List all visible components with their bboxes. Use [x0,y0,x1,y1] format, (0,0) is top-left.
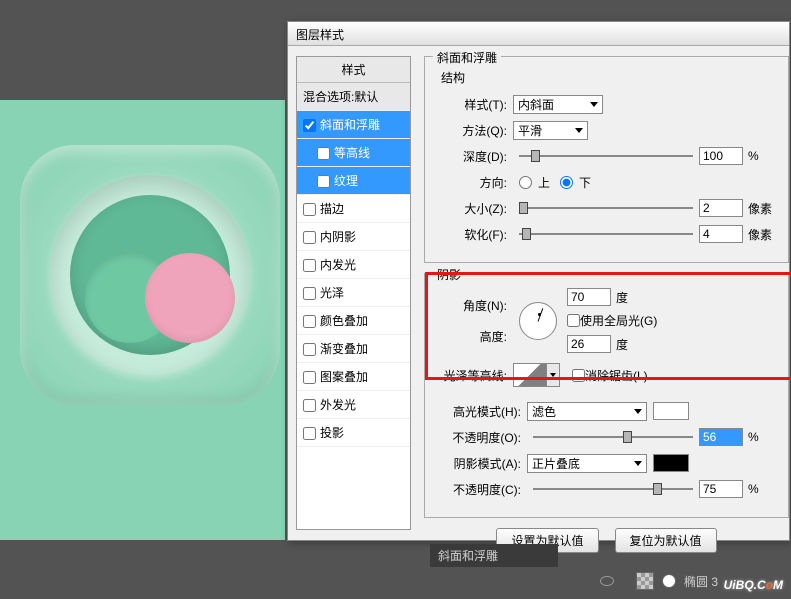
style-list: 样式 混合选项:默认 斜面和浮雕 等高线 纹理 描边 内阴影 内发光 光泽 颜色… [296,56,411,530]
depth-slider[interactable] [519,147,693,165]
style-list-header: 样式 [297,57,410,83]
global-light-label: 使用全局光(G) [580,312,657,329]
highlight-mode-label: 高光模式(H): [435,403,521,420]
stroke-checkbox[interactable] [303,203,316,216]
bevel-group-title: 斜面和浮雕 [433,49,501,66]
style-blend-options[interactable]: 混合选项:默认 [297,83,410,111]
style-inner-shadow[interactable]: 内阴影 [297,223,410,251]
style-bevel[interactable]: 斜面和浮雕 [297,111,410,139]
dialog-title: 图层样式 [296,28,344,42]
contour-checkbox[interactable] [317,147,330,160]
highlight-opacity-label: 不透明度(O): [435,429,521,446]
soften-unit: 像素 [748,226,778,243]
style-contour[interactable]: 等高线 [297,139,410,167]
altitude-label: 高度: [435,328,507,345]
style-inner-glow[interactable]: 内发光 [297,251,410,279]
layer-style-dialog: 图层样式 样式 混合选项:默认 斜面和浮雕 等高线 纹理 描边 内阴影 内发光 … [287,21,790,541]
layer-name[interactable]: 椭圆 3 [684,573,718,590]
chevron-down-icon [590,102,598,107]
content-panel: 斜面和浮雕 结构 样式(T): 内斜面 方法(Q): 平滑 深度(D): % [419,46,789,540]
color-overlay-checkbox[interactable] [303,315,316,328]
texture-checkbox[interactable] [317,175,330,188]
angle-dial[interactable] [519,302,557,340]
layer-thumbnail[interactable] [636,572,654,590]
altitude-input[interactable] [567,335,611,353]
highlight-mode-select[interactable]: 滤色 [527,402,647,421]
style-color-overlay[interactable]: 颜色叠加 [297,307,410,335]
shadow-mode-select[interactable]: 正片叠底 [527,454,647,473]
angle-unit: 度 [616,289,646,306]
soften-slider[interactable] [519,225,693,243]
reset-default-button[interactable]: 复位为默认值 [615,528,717,553]
highlight-opacity-input[interactable] [699,428,743,446]
style-gradient-overlay[interactable]: 渐变叠加 [297,335,410,363]
dialog-titlebar[interactable]: 图层样式 [288,22,789,46]
size-label: 大小(Z): [435,200,507,217]
antialias-checkbox[interactable] [572,369,585,382]
highlight-color-swatch[interactable] [653,402,689,420]
direction-up-radio[interactable] [519,176,532,189]
method-select[interactable]: 平滑 [513,121,588,140]
size-unit: 像素 [748,200,778,217]
direction-label: 方向: [435,174,507,191]
chevron-down-icon [634,409,642,414]
structure-group: 斜面和浮雕 结构 样式(T): 内斜面 方法(Q): 平滑 深度(D): % [424,56,789,263]
shading-title: 阴影 [433,266,465,283]
structure-title: 结构 [441,69,778,86]
highlight-opacity-unit: % [748,430,778,444]
chevron-down-icon [575,128,583,133]
depth-input[interactable] [699,147,743,165]
soften-input[interactable] [699,225,743,243]
depth-label: 深度(D): [435,148,507,165]
shadow-mode-label: 阴影模式(A): [435,455,521,472]
size-slider[interactable] [519,199,693,217]
shadow-opacity-unit: % [748,482,778,496]
angle-input[interactable] [567,288,611,306]
style-select[interactable]: 内斜面 [513,95,603,114]
icon-preview [20,145,280,405]
chevron-down-icon [634,461,642,466]
shadow-opacity-label: 不透明度(C): [435,481,521,498]
antialias-label: 消除锯齿(L) [585,367,648,384]
outer-glow-checkbox[interactable] [303,399,316,412]
shadow-opacity-slider[interactable] [533,480,693,498]
layer-effect-tab[interactable]: 斜面和浮雕 [430,544,558,567]
direction-down-radio[interactable] [560,176,573,189]
shadow-color-swatch[interactable] [653,454,689,472]
pattern-overlay-checkbox[interactable] [303,371,316,384]
layers-panel-fragment: 斜面和浮雕 [430,544,558,567]
depth-unit: % [748,149,778,163]
angle-label: 角度(N): [435,297,507,314]
inner-shadow-checkbox[interactable] [303,231,316,244]
eye-icon[interactable] [600,576,614,586]
gloss-contour-label: 光泽等高线: [435,367,507,384]
circle-pink [145,253,235,343]
highlight-opacity-slider[interactable] [533,428,693,446]
bevel-checkbox[interactable] [303,119,316,132]
watermark: UiBQ.CoM [724,569,783,595]
layer-mask-thumbnail[interactable] [662,574,676,588]
style-drop-shadow[interactable]: 投影 [297,419,410,447]
style-stroke[interactable]: 描边 [297,195,410,223]
drop-shadow-checkbox[interactable] [303,427,316,440]
style-outer-glow[interactable]: 外发光 [297,391,410,419]
satin-checkbox[interactable] [303,287,316,300]
method-label: 方法(Q): [435,122,507,139]
gradient-overlay-checkbox[interactable] [303,343,316,356]
soften-label: 软化(F): [435,226,507,243]
altitude-unit: 度 [616,336,646,353]
style-texture[interactable]: 纹理 [297,167,410,195]
gloss-contour-swatch[interactable] [513,363,547,387]
style-label: 样式(T): [435,96,507,113]
style-satin[interactable]: 光泽 [297,279,410,307]
size-input[interactable] [699,199,743,217]
global-light-checkbox[interactable] [567,314,580,327]
inner-glow-checkbox[interactable] [303,259,316,272]
shading-group: 阴影 角度(N): 高度: 度 [424,273,789,518]
style-pattern-overlay[interactable]: 图案叠加 [297,363,410,391]
shadow-opacity-input[interactable] [699,480,743,498]
gloss-contour-picker[interactable] [547,363,560,387]
